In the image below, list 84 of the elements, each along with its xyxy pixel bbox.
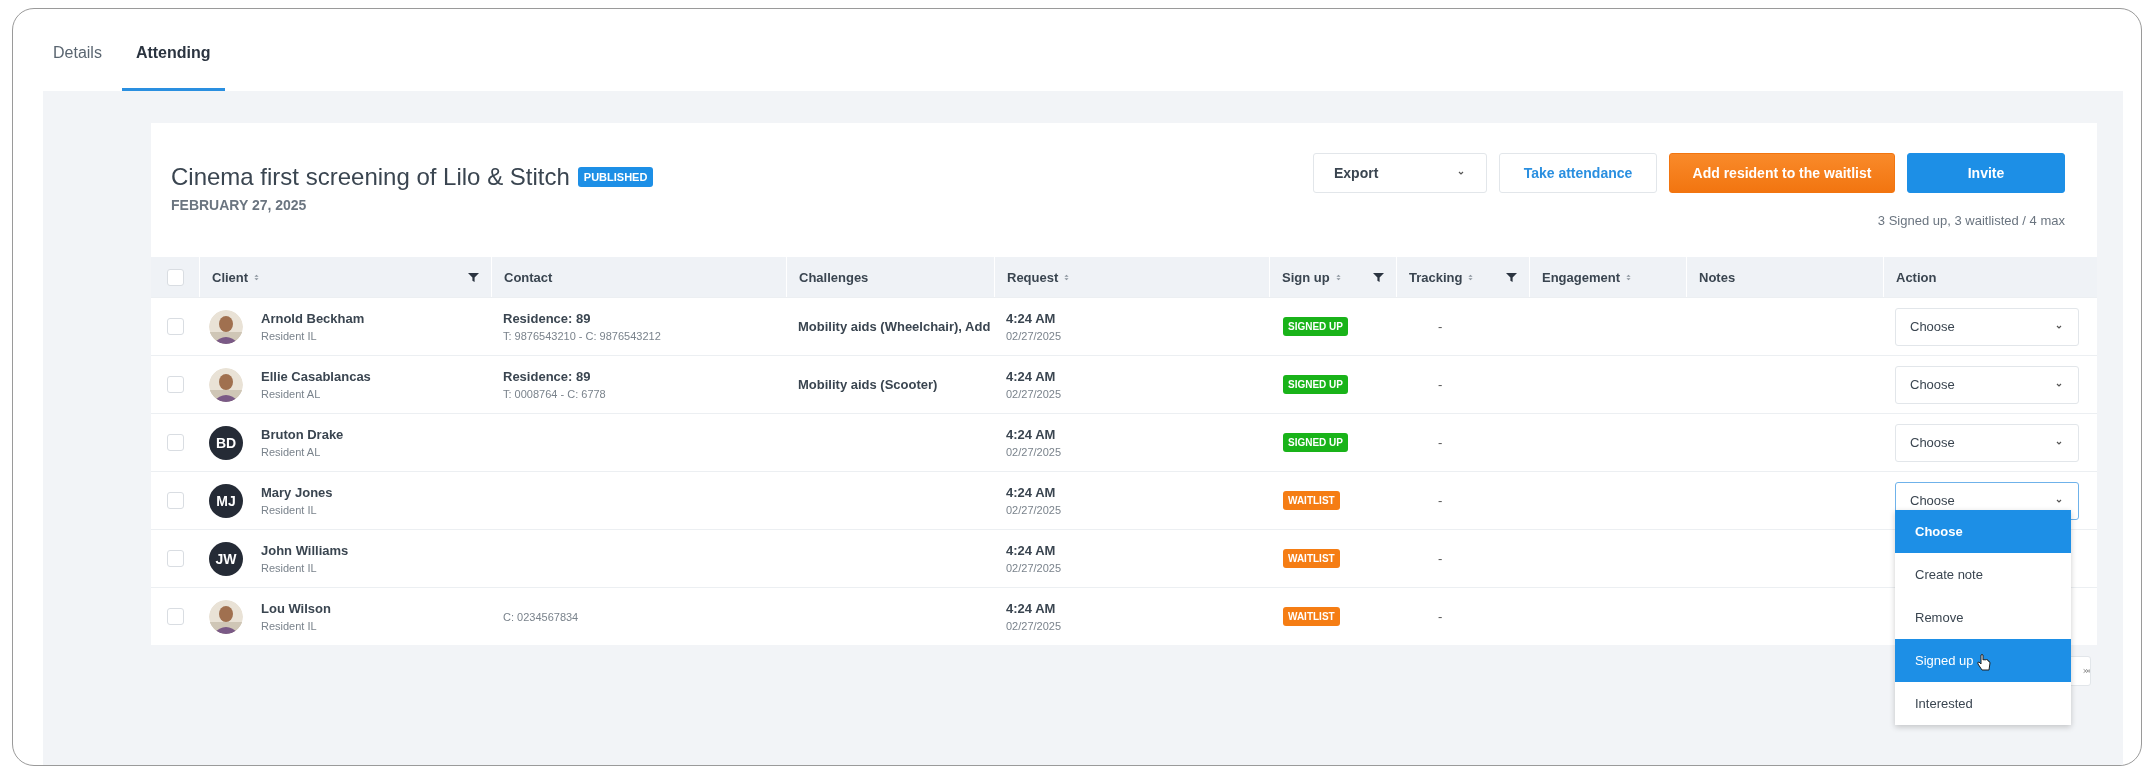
request-date: 02/27/2025	[1006, 388, 1063, 400]
signup-status-badge: WAITLIST	[1283, 549, 1340, 568]
tab[interactable]: Details	[39, 44, 116, 91]
tracking-value: -	[1438, 377, 1443, 392]
tracking-value: -	[1438, 493, 1443, 508]
column-header: Challenges	[786, 257, 994, 297]
column-header[interactable]: Engagement	[1529, 257, 1686, 297]
dropdown-option[interactable]: Remove	[1895, 596, 2071, 639]
column-header[interactable]: Tracking	[1396, 257, 1529, 297]
client-level: Resident AL	[261, 388, 322, 400]
contact-residence: Residence: 89	[503, 311, 592, 326]
tracking-value: -	[1438, 609, 1443, 624]
action-select[interactable]: Choose	[1895, 423, 2079, 462]
request-time: 4:24 AM	[1006, 601, 1057, 616]
column-header: Notes	[1686, 257, 1883, 297]
request-time: 4:24 AM	[1006, 427, 1057, 442]
event-date: FEBRUARY 27, 2025	[171, 197, 308, 213]
signup-status-badge: SIGNED UP	[1283, 433, 1348, 452]
request-time: 4:24 AM	[1006, 369, 1057, 384]
sort-icon	[1625, 272, 1632, 282]
signup-status-badge: SIGNED UP	[1283, 375, 1348, 394]
contact-phone: C: 0234567834	[503, 610, 580, 623]
client-level: Resident IL	[261, 620, 318, 632]
column-header[interactable]: Request	[994, 257, 1269, 297]
request-date: 02/27/2025	[1006, 330, 1063, 342]
client-level: Resident IL	[261, 330, 318, 342]
avatar-initials: MJ	[209, 483, 243, 518]
select-all-checkbox[interactable]	[166, 268, 184, 286]
tracking-value: -	[1438, 319, 1443, 334]
row-checkbox[interactable]	[166, 492, 184, 509]
action-select[interactable]: Choose	[1895, 365, 2079, 404]
last-page-icon	[2082, 666, 2090, 676]
status-badge: PUBLISHED	[577, 167, 654, 187]
hand-cursor-icon	[1977, 654, 1991, 672]
contact-residence: Residence: 89	[503, 369, 592, 384]
signup-status-badge: WAITLIST	[1283, 607, 1340, 626]
sort-icon	[1467, 272, 1475, 282]
client-name: Lou Wilson	[261, 601, 331, 616]
client-name: Arnold Beckham	[261, 311, 365, 326]
sort-icon	[1063, 272, 1071, 282]
signup-status-badge: WAITLIST	[1283, 491, 1340, 510]
request-date: 02/27/2025	[1006, 620, 1063, 632]
column-header[interactable]: Client	[199, 257, 491, 297]
request-date: 02/27/2025	[1006, 504, 1063, 516]
avatar-initials: JW	[209, 541, 243, 576]
signup-status-badge: SIGNED UP	[1283, 317, 1348, 336]
sort-icon	[1334, 272, 1342, 282]
contact-phone: T: 0008764 - C: 6778	[503, 388, 607, 400]
attendance-summary: 3 Signed up, 3 waitlisted / 4 max	[1877, 213, 2065, 228]
client-level: Resident IL	[261, 504, 318, 516]
client-level: Resident IL	[261, 562, 318, 574]
client-level: Resident AL	[261, 446, 322, 458]
export-dropdown[interactable]: Export	[1313, 153, 1487, 193]
request-time: 4:24 AM	[1006, 311, 1057, 326]
filter-icon	[468, 271, 479, 283]
challenges-text: Mobility aids (Scooter)	[798, 377, 938, 392]
event-title: Cinema first screening of Lilo & Stitch	[171, 163, 570, 191]
row-checkbox[interactable]	[166, 434, 184, 451]
request-date: 02/27/2025	[1006, 446, 1063, 458]
column-header: Contact	[491, 257, 786, 297]
column-header[interactable]: Sign up	[1269, 257, 1396, 297]
client-name: John Williams	[261, 543, 349, 558]
tracking-value: -	[1438, 435, 1443, 450]
dropdown-option[interactable]: Create note	[1895, 553, 2071, 596]
request-time: 4:24 AM	[1006, 543, 1057, 558]
avatar-initials: BD	[209, 425, 243, 460]
client-name: Bruton Drake	[261, 427, 344, 442]
column-header: Action	[1883, 257, 2097, 297]
dropdown-option[interactable]: Interested	[1895, 682, 2071, 725]
client-name: Mary Jones	[261, 485, 333, 500]
row-checkbox[interactable]	[166, 318, 184, 335]
row-checkbox[interactable]	[166, 608, 184, 625]
contact-phone: T: 9876543210 - C: 9876543212	[503, 330, 662, 342]
filter-icon	[1506, 271, 1517, 283]
filter-icon	[1373, 271, 1384, 283]
sort-icon	[253, 272, 261, 282]
client-name: Ellie Casablancas	[261, 369, 371, 384]
tracking-value: -	[1438, 551, 1443, 566]
request-date: 02/27/2025	[1006, 562, 1063, 574]
challenges-text: Mobility aids (Wheelchair), Add	[798, 319, 991, 334]
request-time: 4:24 AM	[1006, 485, 1057, 500]
row-checkbox[interactable]	[166, 550, 184, 567]
row-checkbox[interactable]	[166, 376, 184, 393]
action-select[interactable]: Choose	[1895, 307, 2079, 346]
